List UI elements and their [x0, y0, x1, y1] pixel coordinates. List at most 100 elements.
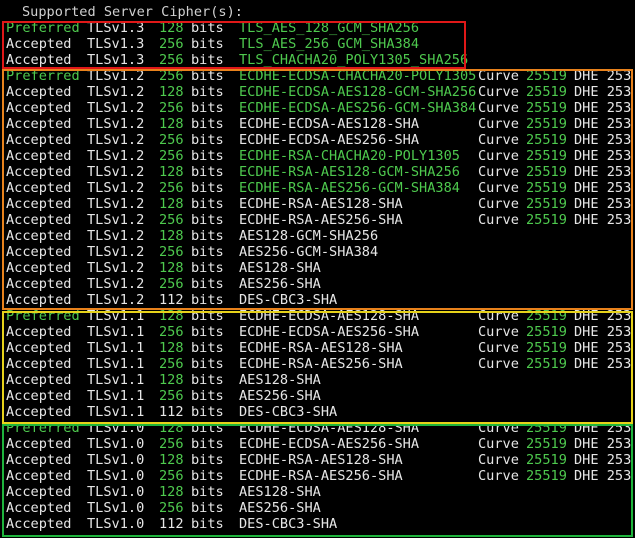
- cipher-name: ECDHE-RSA-AES128-SHA: [239, 196, 403, 212]
- cipher-name: ECDHE-RSA-AES256-SHA: [239, 468, 403, 484]
- cipher-status: Accepted: [6, 292, 72, 308]
- cipher-bits-unit: bits: [191, 148, 224, 164]
- cipher-bits-unit: bits: [191, 212, 224, 228]
- cipher-bits-unit: bits: [191, 100, 224, 116]
- cipher-name: TLS_AES_256_GCM_SHA384: [239, 36, 420, 52]
- cipher-bits: 256: [159, 436, 184, 452]
- cipher-curve-label: Curve: [478, 212, 519, 228]
- cipher-status: Accepted: [6, 244, 72, 260]
- cipher-row: Preferred TLSv1.0 128 bits ECDHE-ECDSA-AES12…: [6, 420, 635, 436]
- cipher-bits: 256: [159, 52, 184, 68]
- cipher-name: ECDHE-RSA-AES256-GCM-SHA384: [239, 180, 460, 196]
- cipher-curve-label: Curve: [478, 180, 519, 196]
- cipher-row: Accepted TLSv1.2 256 bits AES256-SHA: [6, 276, 635, 292]
- cipher-dhe: DHE 253: [574, 84, 632, 100]
- cipher-protocol: TLSv1.0: [87, 516, 145, 532]
- cipher-row: Accepted TLSv1.2 256 bits ECDHE-RSA-AES256-G…: [6, 180, 635, 196]
- cipher-status: Accepted: [6, 228, 72, 244]
- cipher-protocol: TLSv1.0: [87, 468, 145, 484]
- cipher-curve-label: Curve: [478, 116, 519, 132]
- cipher-dhe: DHE 253: [574, 100, 632, 116]
- cipher-name: DES-CBC3-SHA: [239, 516, 338, 532]
- cipher-bits: 128: [159, 84, 184, 100]
- cipher-row: Accepted TLSv1.2 128 bits ECDHE-RSA-AES128-S…: [6, 196, 635, 212]
- cipher-name: DES-CBC3-SHA: [239, 292, 338, 308]
- cipher-dhe: DHE 253: [574, 468, 632, 484]
- cipher-protocol: TLSv1.1: [87, 388, 145, 404]
- cipher-curve-value: 25519: [526, 468, 567, 484]
- cipher-protocol: TLSv1.2: [87, 292, 145, 308]
- cipher-curve-label: Curve: [478, 452, 519, 468]
- cipher-row: Accepted TLSv1.2 128 bits ECDHE-ECDSA-AES128…: [6, 116, 635, 132]
- cipher-bits: 256: [159, 132, 184, 148]
- cipher-status: Preferred: [6, 420, 80, 436]
- cipher-bits: 128: [159, 420, 184, 436]
- cipher-bits: 112: [159, 404, 184, 420]
- cipher-curve-value: 25519: [526, 452, 567, 468]
- cipher-curve-value: 25519: [526, 164, 567, 180]
- cipher-bits-unit: bits: [191, 484, 224, 500]
- cipher-bits-unit: bits: [191, 388, 224, 404]
- cipher-curve-value: 25519: [526, 100, 567, 116]
- cipher-protocol: TLSv1.0: [87, 500, 145, 516]
- cipher-name: ECDHE-RSA-AES128-GCM-SHA256: [239, 164, 460, 180]
- cipher-status: Accepted: [6, 100, 72, 116]
- cipher-curve-value: 25519: [526, 116, 567, 132]
- cipher-curve-value: 25519: [526, 212, 567, 228]
- cipher-bits-unit: bits: [191, 308, 224, 324]
- cipher-dhe: DHE 253: [574, 196, 632, 212]
- cipher-curve-label: Curve: [478, 356, 519, 372]
- cipher-bits-unit: bits: [191, 500, 224, 516]
- cipher-protocol: TLSv1.2: [87, 68, 145, 84]
- cipher-protocol: TLSv1.2: [87, 196, 145, 212]
- cipher-status: Accepted: [6, 84, 72, 100]
- cipher-bits-unit: bits: [191, 244, 224, 260]
- cipher-row: Accepted TLSv1.0 256 bits AES256-SHA: [6, 500, 635, 516]
- cipher-curve-label: Curve: [478, 420, 519, 436]
- cipher-name: ECDHE-RSA-AES128-SHA: [239, 340, 403, 356]
- cipher-protocol: TLSv1.2: [87, 260, 145, 276]
- cipher-curve-value: 25519: [526, 356, 567, 372]
- cipher-dhe: DHE 253: [574, 212, 632, 228]
- cipher-status: Accepted: [6, 468, 72, 484]
- cipher-status: Accepted: [6, 436, 72, 452]
- cipher-bits: 256: [159, 500, 184, 516]
- cipher-name: ECDHE-ECDSA-AES128-SHA: [239, 308, 420, 324]
- cipher-name: ECDHE-RSA-AES128-SHA: [239, 452, 403, 468]
- cipher-row: Accepted TLSv1.0 256 bits ECDHE-RSA-AES256-S…: [6, 468, 635, 484]
- cipher-curve-value: 25519: [526, 68, 567, 84]
- cipher-bits: 128: [159, 260, 184, 276]
- cipher-row: Accepted TLSv1.2 256 bits ECDHE-ECDSA-AES256…: [6, 100, 635, 116]
- cipher-bits-unit: bits: [191, 356, 224, 372]
- cipher-name: AES256-GCM-SHA384: [239, 244, 379, 260]
- cipher-protocol: TLSv1.2: [87, 116, 145, 132]
- cipher-curve-value: 25519: [526, 84, 567, 100]
- cipher-curve-value: 25519: [526, 148, 567, 164]
- cipher-bits: 256: [159, 468, 184, 484]
- cipher-bits: 128: [159, 452, 184, 468]
- cipher-curve-value: 25519: [526, 436, 567, 452]
- cipher-name: ECDHE-RSA-AES256-SHA: [239, 356, 403, 372]
- cipher-status: Accepted: [6, 52, 72, 68]
- cipher-bits-unit: bits: [191, 324, 224, 340]
- cipher-bits: 256: [159, 148, 184, 164]
- cipher-dhe: DHE 253: [574, 452, 632, 468]
- cipher-row: Accepted TLSv1.2 128 bits ECDHE-RSA-AES128-G…: [6, 164, 635, 180]
- cipher-bits: 256: [159, 276, 184, 292]
- cipher-bits-unit: bits: [191, 116, 224, 132]
- cipher-status: Preferred: [6, 68, 80, 84]
- cipher-curve-value: 25519: [526, 324, 567, 340]
- cipher-row: Accepted TLSv1.0 256 bits ECDHE-ECDSA-AES256…: [6, 436, 635, 452]
- cipher-protocol: TLSv1.0: [87, 436, 145, 452]
- cipher-dhe: DHE 253: [574, 68, 632, 84]
- cipher-bits-unit: bits: [191, 436, 224, 452]
- cipher-dhe: DHE 253: [574, 356, 632, 372]
- cipher-bits-unit: bits: [191, 36, 224, 52]
- cipher-row: Accepted TLSv1.2 128 bits ECDHE-ECDSA-AES128…: [6, 84, 635, 100]
- cipher-bits: 128: [159, 308, 184, 324]
- cipher-bits-unit: bits: [191, 196, 224, 212]
- cipher-row: Preferred TLSv1.1 128 bits ECDHE-ECDSA-AES12…: [6, 308, 635, 324]
- cipher-dhe: DHE 253: [574, 180, 632, 196]
- cipher-bits: 256: [159, 212, 184, 228]
- cipher-protocol: TLSv1.2: [87, 180, 145, 196]
